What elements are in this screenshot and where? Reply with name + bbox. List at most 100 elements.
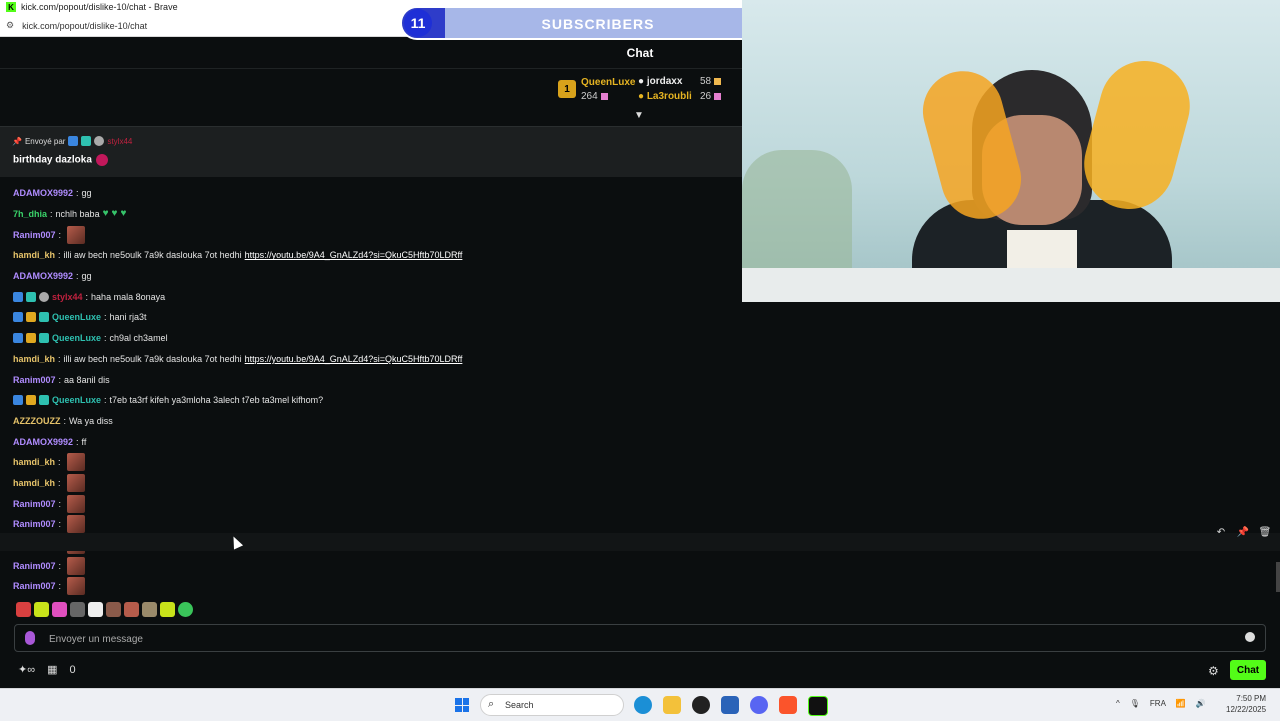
address-url[interactable]: kick.com/popout/dislike-10/chat (22, 21, 147, 31)
gear-icon[interactable]: ⚙ (1208, 664, 1219, 678)
emote-icon[interactable] (142, 602, 157, 617)
emote-icon[interactable] (52, 602, 67, 617)
chat-message[interactable]: hamdi_kh: illi aw bech ne5oulk 7a9k daslo… (13, 349, 733, 370)
chat-username[interactable]: Ranim007 (13, 228, 56, 242)
edge-icon[interactable] (634, 696, 652, 714)
chat-username[interactable]: hamdi_kh (13, 248, 55, 262)
chat-username[interactable]: ADAMOX9992 (13, 435, 73, 449)
chat-username[interactable]: Ranim007 (13, 497, 56, 511)
emote-icon[interactable] (160, 602, 175, 617)
emote-icon (67, 577, 86, 596)
chat-message[interactable]: Ranim007: (13, 224, 733, 245)
chat-message[interactable]: Ranim007: aa 8anil dis (13, 369, 733, 390)
chat-message[interactable]: ADAMOX9992: gg (13, 266, 733, 287)
top-gifter-name[interactable]: QueenLuxe (581, 77, 635, 88)
file-explorer-icon[interactable] (663, 696, 681, 714)
chat-message[interactable]: QueenLuxe: hani rja3t (13, 307, 733, 328)
chat-message[interactable]: Ranim007: (13, 493, 733, 514)
chat-message[interactable]: ADAMOX9992: gg (13, 183, 733, 204)
pinned-sender[interactable]: stylx44 (107, 137, 132, 146)
username-separator: : (58, 477, 61, 488)
chat-username[interactable]: hamdi_kh (13, 476, 55, 490)
points-icon[interactable]: ✦∞ (18, 663, 35, 676)
emote-icon[interactable] (124, 602, 139, 617)
chat-message[interactable]: Ranim007: (13, 555, 733, 576)
collapse-chevron-icon[interactable]: ▼ (634, 110, 644, 121)
chat-message[interactable]: ADAMOX9992: ff (13, 431, 733, 452)
chat-message[interactable]: hamdi_kh: (13, 452, 733, 473)
chat-message[interactable]: Ranim007: (13, 576, 733, 597)
reply-icon[interactable]: ↶ (1214, 525, 1228, 539)
chat-message[interactable]: stylx44: haha mala 8onaya (13, 286, 733, 307)
volume-icon[interactable]: 🔊 (1196, 699, 1206, 708)
chat-send-button[interactable]: Chat (1230, 660, 1266, 680)
second-gifter-name[interactable]: ● jordaxx (638, 76, 682, 87)
chat-message[interactable]: Ranim007: (13, 514, 733, 535)
chat-username[interactable]: hamdi_kh (13, 455, 55, 469)
badge-icon (94, 136, 105, 146)
stream-video[interactable] (742, 0, 1280, 302)
taskbar-apps (634, 696, 828, 716)
chat-username[interactable]: 7h_dhia (13, 207, 47, 221)
chat-message[interactable]: QueenLuxe: t7eb ta3rf kifeh ya3mloha 3ale… (13, 390, 733, 411)
gift-box-icon[interactable]: ▦ (47, 663, 57, 676)
chevron-up-icon[interactable]: ^ (1116, 699, 1120, 708)
pin-icon[interactable]: 📌 (1236, 525, 1250, 539)
chat-link[interactable]: https://youtu.be/9A4_GnALZd4?si=QkuC5Hft… (245, 248, 463, 262)
emote-icon[interactable] (70, 602, 85, 617)
username-separator: : (76, 436, 79, 447)
brave-icon[interactable] (779, 696, 797, 714)
kick-logo-icon: K (6, 2, 16, 12)
chat-message[interactable]: AZZZOUZZ: Wa ya diss (13, 411, 733, 432)
chat-username[interactable]: ADAMOX9992 (13, 186, 73, 200)
chat-username[interactable]: QueenLuxe (52, 331, 101, 345)
clock-date: 12/22/2025 (1226, 705, 1267, 714)
chat-username[interactable]: hamdi_kh (13, 352, 55, 366)
app-icon[interactable] (692, 696, 710, 714)
emote-icon[interactable] (34, 602, 49, 617)
windows-start-icon[interactable] (455, 698, 469, 712)
chat-message[interactable]: hamdi_kh: (13, 473, 733, 494)
microphone-icon[interactable]: 🎙 (1130, 699, 1140, 708)
pinned-message[interactable]: 📌 Envoyé par stylx44 birthday dazloka (0, 126, 742, 177)
emoji-icon[interactable] (1245, 632, 1255, 642)
second-gifter-count: 58 (700, 76, 722, 87)
emote-icon[interactable] (16, 602, 31, 617)
chat-username[interactable]: AZZZOUZZ (13, 414, 61, 428)
store-icon[interactable] (721, 696, 739, 714)
chat-message[interactable]: 7h_dhia: nchlh baba ♥ ♥ ♥ (13, 204, 733, 225)
chat-username[interactable]: ADAMOX9992 (13, 269, 73, 283)
third-gifter-name[interactable]: ● La3roubli (638, 91, 692, 102)
chat-message-input[interactable] (47, 628, 1231, 650)
wifi-icon[interactable]: 📶 (1176, 699, 1186, 708)
pinned-sender-row: 📌 Envoyé par stylx44 (12, 136, 132, 146)
chat-message[interactable]: QueenLuxe: ch9al ch3amel (13, 328, 733, 349)
emote-icon[interactable] (178, 602, 193, 617)
delete-icon[interactable]: 🗑 (1258, 525, 1272, 539)
chat-username[interactable]: Ranim007 (13, 373, 56, 387)
scrollbar[interactable] (1276, 562, 1280, 592)
chat-username[interactable]: Ranim007 (13, 579, 56, 593)
microphone-icon[interactable] (25, 631, 35, 645)
gift-leaderboard[interactable]: 1 QueenLuxe 264 ● jordaxx 58 ● La3roubli… (556, 74, 742, 114)
taskbar-search[interactable]: ⌕ Search (480, 694, 624, 716)
chat-message[interactable]: hamdi_kh: illi aw bech ne5oulk 7a9k daslo… (13, 245, 733, 266)
system-clock[interactable]: 7:50 PM 12/22/2025 (1226, 693, 1266, 715)
chat-username[interactable]: QueenLuxe (52, 310, 101, 324)
site-info-icon[interactable]: ⚙ (6, 20, 14, 31)
username-separator: : (58, 581, 62, 592)
streamer (832, 50, 1212, 302)
heart-emote-icon: ♥ (102, 208, 109, 220)
emote-icon[interactable] (106, 602, 121, 617)
discord-icon[interactable] (750, 696, 768, 714)
chat-input-box[interactable] (14, 624, 1266, 652)
chat-username[interactable]: Ranim007 (13, 559, 56, 573)
chat-link[interactable]: https://youtu.be/9A4_GnALZd4?si=QkuC5Hft… (245, 352, 463, 366)
emote-icon[interactable] (88, 602, 103, 617)
chat-username[interactable]: QueenLuxe (52, 393, 101, 407)
chat-username[interactable]: Ranim007 (13, 517, 56, 531)
address-row[interactable]: ⚙ kick.com/popout/dislike-10/chat (6, 20, 147, 31)
language-indicator[interactable]: FRA (1150, 699, 1166, 708)
kick-app-icon[interactable] (808, 696, 828, 716)
chat-username[interactable]: stylx44 (52, 290, 83, 304)
